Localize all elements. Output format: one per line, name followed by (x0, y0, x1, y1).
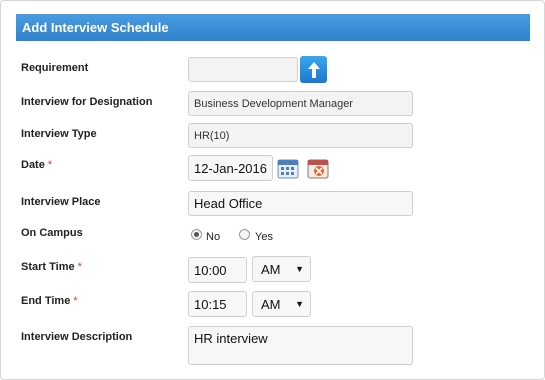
start-ampm-value: AM (261, 261, 281, 277)
type-label: Interview Type (21, 128, 97, 140)
requirement-label: Requirement (21, 62, 89, 74)
interview-place-input[interactable]: Head Office (188, 191, 413, 216)
end-ampm-value: AM (261, 296, 281, 312)
interview-type-field[interactable]: HR(10) (188, 123, 413, 148)
clear-date-icon[interactable] (307, 157, 329, 179)
end-ampm-select[interactable]: AM ▼ (252, 291, 311, 317)
on-campus-yes-label: Yes (255, 231, 273, 243)
form-panel: Add Interview Schedule Requirement Inter… (0, 0, 545, 380)
required-mark: * (73, 295, 78, 307)
start-time-input[interactable]: 10:00 (188, 257, 247, 283)
requirement-field[interactable] (188, 57, 298, 82)
place-label: Interview Place (21, 196, 101, 208)
chevron-down-icon: ▼ (295, 264, 304, 274)
calendar-icon[interactable] (277, 157, 299, 179)
on-campus-label: On Campus (21, 227, 83, 239)
on-campus-no-label: No (206, 231, 221, 243)
upload-button[interactable] (300, 56, 327, 83)
designation-label: Interview for Designation (21, 96, 153, 108)
form-header: Add Interview Schedule (16, 14, 530, 41)
start-ampm-select[interactable]: AM ▼ (252, 256, 311, 282)
end-time-input[interactable]: 10:15 (188, 291, 247, 317)
date-label: Date * (21, 159, 53, 171)
date-input[interactable]: 12-Jan-2016 (188, 155, 273, 181)
description-label: Interview Description (21, 331, 133, 343)
interview-description-textarea[interactable]: HR interview (188, 326, 413, 365)
designation-field[interactable]: Business Development Manager (188, 91, 413, 116)
start-time-label: Start Time * (21, 261, 82, 273)
required-mark: * (77, 261, 82, 273)
on-campus-yes-radio[interactable] (239, 229, 250, 240)
required-mark: * (47, 159, 53, 171)
chevron-down-icon: ▼ (295, 299, 304, 309)
upload-arrow-icon (307, 61, 320, 78)
on-campus-no-radio[interactable] (191, 229, 202, 240)
end-time-label: End Time * (21, 295, 78, 307)
